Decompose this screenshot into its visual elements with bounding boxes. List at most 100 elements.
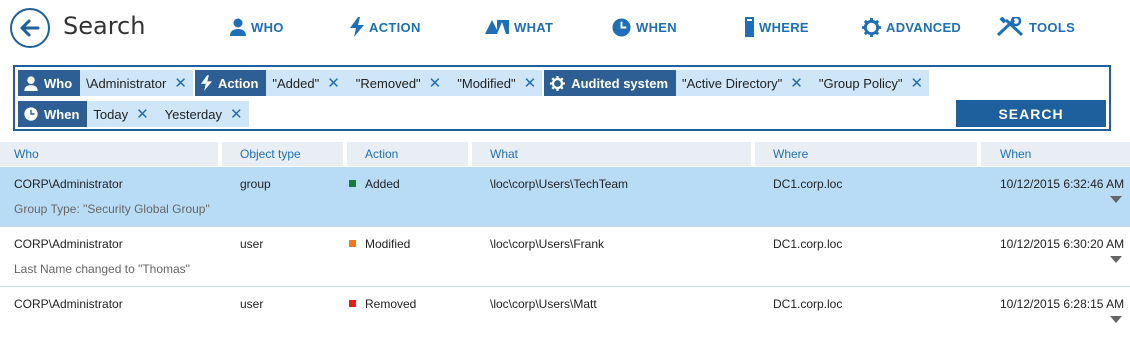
top-bar: Search WHO ACTION WHAT WHEN WHERE ADVANC…: [0, 0, 1130, 56]
cell-what: \loc\corp\Users\Frank: [490, 237, 605, 251]
user-icon: [24, 75, 38, 91]
filter-tag-who[interactable]: Who: [18, 70, 81, 96]
action-status-indicator: [349, 180, 356, 187]
gear-icon: [550, 75, 566, 91]
filter-value: Today ✕ Yesterday ✕: [87, 101, 249, 127]
action-label: Removed: [365, 297, 417, 311]
filter-value: \Administrator ✕: [80, 70, 193, 96]
nav-when[interactable]: WHEN: [612, 14, 677, 40]
remove-filter-button[interactable]: ✕: [136, 105, 149, 123]
page-title: Search: [63, 12, 146, 40]
filter-value-text: "Removed": [355, 75, 421, 91]
action-status-indicator: [349, 240, 356, 247]
lightning-icon: [350, 17, 364, 37]
cell-action: Added: [349, 177, 400, 191]
remove-filter-button[interactable]: ✕: [429, 74, 442, 92]
shapes-icon: [485, 20, 509, 34]
filter-tag-label: Action: [217, 75, 259, 91]
search-button[interactable]: SEARCH: [956, 100, 1106, 127]
filter-value: "Added" ✕ "Removed" ✕ "Modified" ✕: [266, 70, 543, 96]
cell-who: CORP\Administrator: [14, 237, 123, 251]
cell-where: DC1.corp.loc: [773, 237, 843, 251]
filter-value-text: \Administrator: [86, 75, 167, 91]
filter-value-text: Yesterday: [164, 106, 223, 122]
back-button[interactable]: [10, 8, 50, 48]
nav-label: TOOLS: [1029, 19, 1076, 35]
cell-what: \loc\corp\Users\TechTeam: [490, 177, 629, 191]
filter-value-text: Today: [93, 106, 129, 122]
nav-label: WHAT: [514, 19, 554, 35]
column-header-what[interactable]: What: [472, 142, 751, 166]
remove-filter-button[interactable]: ✕: [524, 74, 537, 92]
expand-row-icon[interactable]: [1110, 196, 1122, 203]
expand-row-icon[interactable]: [1110, 256, 1122, 263]
remove-filter-button[interactable]: ✕: [911, 74, 924, 92]
filter-value-text: "Modified": [457, 75, 516, 91]
filter-tag-audited-system[interactable]: Audited system: [544, 70, 677, 96]
lightning-icon: [200, 75, 212, 91]
nav-where[interactable]: WHERE: [745, 14, 809, 40]
nav-what[interactable]: WHAT: [485, 14, 553, 40]
cell-who: CORP\Administrator: [14, 177, 123, 191]
search-filter-box[interactable]: Who \Administrator ✕ Action "Added" ✕ "R…: [13, 65, 1111, 131]
cell-action: Removed: [349, 297, 416, 311]
cell-when: 10/12/2015 6:32:46 AM: [1000, 177, 1125, 191]
action-label: Modified: [365, 237, 411, 251]
column-header-object-type[interactable]: Object type: [222, 142, 343, 166]
nav-advanced[interactable]: ADVANCED: [862, 14, 961, 40]
nav-who[interactable]: WHO: [230, 14, 284, 40]
nav-tools[interactable]: TOOLS: [996, 14, 1075, 40]
filter-row: Who \Administrator ✕ Action "Added" ✕ "R…: [18, 70, 930, 96]
column-header-when[interactable]: When: [981, 142, 1130, 166]
filter-tag-when[interactable]: When: [18, 101, 88, 127]
action-status-indicator: [349, 300, 356, 307]
cell-object-type: group: [240, 177, 271, 191]
cell-object-type: user: [240, 237, 264, 251]
remove-filter-button[interactable]: ✕: [174, 74, 187, 92]
cell-action: Modified: [349, 237, 410, 251]
gear-icon: [862, 17, 881, 37]
filter-tag-action[interactable]: Action: [194, 70, 267, 96]
clock-icon: [612, 17, 631, 37]
cell-what: \loc\corp\Users\Matt: [490, 297, 597, 311]
column-header-who[interactable]: Who: [0, 142, 218, 166]
action-label: Added: [365, 177, 400, 191]
cell-when: 10/12/2015 6:28:15 AM: [1000, 297, 1125, 311]
clock-icon: [24, 107, 38, 121]
table-row[interactable]: CORP\Administrator user Removed \loc\cor…: [0, 287, 1130, 347]
remove-filter-button[interactable]: ✕: [327, 74, 340, 92]
nav-label: WHO: [251, 19, 284, 35]
column-header-where[interactable]: Where: [755, 142, 977, 166]
filter-value-text: "Added": [272, 75, 320, 91]
filter-value-text: "Active Directory": [682, 75, 783, 91]
cell-where: DC1.corp.loc: [773, 297, 843, 311]
nav-label: WHEN: [636, 19, 677, 35]
row-detail: Group Type: "Security Global Group": [14, 202, 210, 216]
expand-row-icon[interactable]: [1110, 316, 1122, 323]
row-detail: Last Name changed to "Thomas": [14, 262, 190, 276]
filter-value: "Active Directory" ✕ "Group Policy" ✕: [676, 70, 930, 96]
cell-where: DC1.corp.loc: [773, 177, 843, 191]
nav-label: ACTION: [369, 19, 421, 35]
column-header-action[interactable]: Action: [347, 142, 468, 166]
cell-when: 10/12/2015 6:30:20 AM: [1000, 237, 1125, 251]
cell-object-type: user: [240, 297, 264, 311]
table-header: Who Object type Action What Where When: [0, 142, 1130, 166]
remove-filter-button[interactable]: ✕: [790, 74, 803, 92]
server-icon: [745, 17, 754, 37]
filter-row: When Today ✕ Yesterday ✕: [18, 101, 249, 127]
nav-label: ADVANCED: [886, 19, 962, 35]
tools-icon: [996, 17, 1024, 37]
filter-tag-label: Who: [44, 75, 73, 91]
arrow-left-icon: [20, 19, 40, 37]
table-row[interactable]: CORP\Administrator group Added \loc\corp…: [0, 167, 1130, 227]
cell-who: CORP\Administrator: [14, 297, 123, 311]
table-row[interactable]: CORP\Administrator user Modified \loc\co…: [0, 227, 1130, 287]
filter-tag-label: Audited system: [571, 75, 669, 91]
filter-tag-label: When: [44, 106, 80, 122]
filter-value-text: "Group Policy": [818, 75, 903, 91]
nav-label: WHERE: [759, 19, 809, 35]
remove-filter-button[interactable]: ✕: [230, 105, 243, 123]
nav-action[interactable]: ACTION: [350, 14, 421, 40]
user-icon: [230, 18, 246, 36]
